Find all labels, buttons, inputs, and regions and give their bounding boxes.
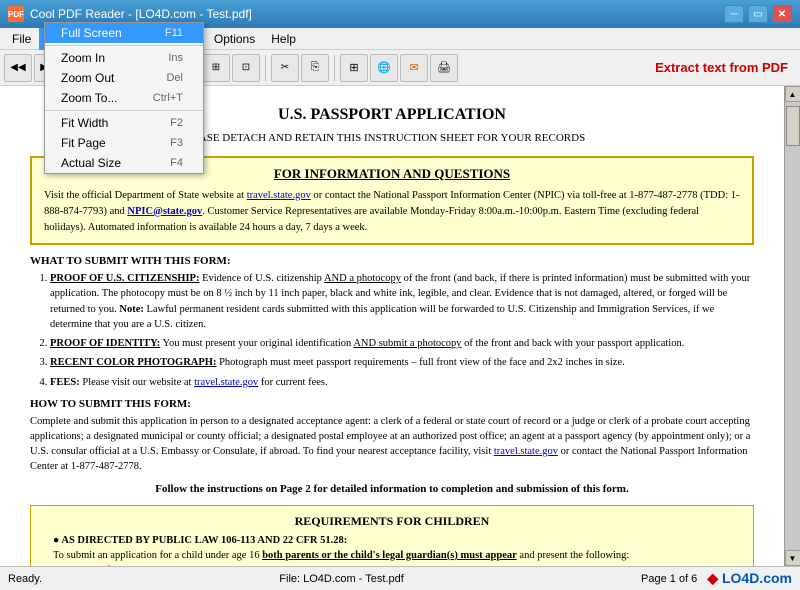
web-button[interactable]: 🌐 bbox=[370, 54, 398, 82]
scroll-up-button[interactable]: ▲ bbox=[785, 86, 800, 102]
requirements-title: REQUIREMENTS FOR CHILDREN bbox=[43, 514, 741, 529]
req-item-1: • Evidence of the child's U.S. citizensh… bbox=[53, 565, 741, 566]
dropdown-fitwidth[interactable]: Fit Width F2 bbox=[45, 113, 203, 133]
scroll-down-button[interactable]: ▼ bbox=[785, 550, 800, 566]
toolbar-sep-4 bbox=[334, 55, 335, 81]
fullscreen-shortcut: F11 bbox=[165, 27, 183, 39]
extract-text-button[interactable]: Extract text from PDF bbox=[647, 60, 796, 75]
section-howto-body: Complete and submit this application in … bbox=[30, 414, 754, 475]
list-item-1: PROOF OF U.S. CITIZENSHIP: Evidence of U… bbox=[50, 271, 754, 332]
zoomto-label: Zoom To... bbox=[61, 91, 117, 105]
zoomin-shortcut: Ins bbox=[168, 52, 183, 64]
window-title: Cool PDF Reader - [LO4D.com - Test.pdf] bbox=[30, 7, 252, 21]
status-text: Ready. bbox=[8, 573, 42, 585]
page-info: Page 1 of 6 bbox=[641, 573, 697, 585]
prev-page-button[interactable]: ◀◀ bbox=[4, 54, 32, 82]
dropdown-zoomin[interactable]: Zoom In Ins bbox=[45, 48, 203, 68]
dropdown-fitpage[interactable]: Fit Page F3 bbox=[45, 133, 203, 153]
actualsize-label: Actual Size bbox=[61, 156, 121, 170]
app-icon: PDF bbox=[8, 6, 24, 22]
view-dropdown: Full Screen F11 Zoom In Ins Zoom Out Del… bbox=[44, 22, 204, 174]
dropdown-zoomout[interactable]: Zoom Out Del bbox=[45, 68, 203, 88]
lo4d-logo: ◆ LO4D.com bbox=[707, 570, 792, 587]
title-bar-left: PDF Cool PDF Reader - [LO4D.com - Test.p… bbox=[8, 6, 252, 22]
dropdown-sep-2 bbox=[45, 110, 203, 111]
fitpage-label: Fit Page bbox=[61, 136, 106, 150]
file-info: File: LO4D.com - Test.pdf bbox=[279, 573, 404, 585]
menu-options[interactable]: Options bbox=[206, 28, 263, 50]
fitwidth-shortcut: F2 bbox=[170, 117, 183, 129]
minimize-button[interactable]: ─ bbox=[724, 5, 744, 23]
list-item-4: FEES: Please visit our website at travel… bbox=[50, 375, 754, 390]
section-submit-title: WHAT TO SUBMIT WITH THIS FORM: bbox=[30, 255, 754, 267]
select-tool-button[interactable]: ✂ bbox=[271, 54, 299, 82]
fitwidth-label: Fit Width bbox=[61, 116, 108, 130]
actualsize-shortcut: F4 bbox=[170, 157, 183, 169]
email-button[interactable]: ✉ bbox=[400, 54, 428, 82]
zoomto-shortcut: Ctrl+T bbox=[153, 92, 183, 104]
grid-view-button[interactable]: ⊞ bbox=[340, 54, 368, 82]
copy-button[interactable]: ⎘ bbox=[301, 54, 329, 82]
follow-instructions-text: Follow the instructions on Page 2 for de… bbox=[30, 483, 754, 495]
info-box-text: Visit the official Department of State w… bbox=[44, 188, 740, 235]
scrollbar: ▲ ▼ bbox=[784, 86, 800, 566]
section-submit-body: PROOF OF U.S. CITIZENSHIP: Evidence of U… bbox=[30, 271, 754, 390]
info-link-2[interactable]: NPIC@state.gov bbox=[127, 206, 202, 217]
zoomin-label: Zoom In bbox=[61, 51, 105, 65]
toolbar-sep-3 bbox=[265, 55, 266, 81]
list-item-3: RECENT COLOR PHOTOGRAPH: Photograph must… bbox=[50, 355, 754, 370]
dropdown-actualsize[interactable]: Actual Size F4 bbox=[45, 153, 203, 173]
close-button[interactable]: ✕ bbox=[772, 5, 792, 23]
zoomout-label: Zoom Out bbox=[61, 71, 114, 85]
fitpage-shortcut: F3 bbox=[170, 137, 183, 149]
fullscreen-label: Full Screen bbox=[61, 26, 122, 40]
req-intro: To submit an application for a child und… bbox=[53, 550, 731, 561]
dropdown-sep-1 bbox=[45, 45, 203, 46]
status-bar: Ready. File: LO4D.com - Test.pdf Page 1 … bbox=[0, 566, 800, 590]
req-law: ● AS DIRECTED BY PUBLIC LAW 106-113 AND … bbox=[53, 535, 741, 546]
dropdown-fullscreen[interactable]: Full Screen F11 bbox=[45, 23, 203, 43]
dropdown-zoomto[interactable]: Zoom To... Ctrl+T bbox=[45, 88, 203, 108]
scroll-thumb[interactable] bbox=[786, 106, 800, 146]
title-bar-controls: ─ ▭ ✕ bbox=[724, 5, 792, 23]
section-howto-title: HOW TO SUBMIT THIS FORM: bbox=[30, 398, 754, 410]
info-text-1: Visit the official Department of State w… bbox=[44, 190, 247, 201]
print-button[interactable]: 🖨 bbox=[430, 54, 458, 82]
menu-help[interactable]: Help bbox=[263, 28, 304, 50]
restore-button[interactable]: ▭ bbox=[748, 5, 768, 23]
list-item-2: PROOF OF IDENTITY: You must present your… bbox=[50, 336, 754, 351]
zoomout-shortcut: Del bbox=[166, 72, 183, 84]
fit-page-button[interactable]: ⊡ bbox=[232, 54, 260, 82]
fit-width-button[interactable]: ⊞ bbox=[202, 54, 230, 82]
requirements-box: REQUIREMENTS FOR CHILDREN ● AS DIRECTED … bbox=[30, 505, 754, 566]
menu-file[interactable]: File bbox=[4, 28, 39, 50]
info-link-1[interactable]: travel.state.gov bbox=[247, 190, 311, 201]
